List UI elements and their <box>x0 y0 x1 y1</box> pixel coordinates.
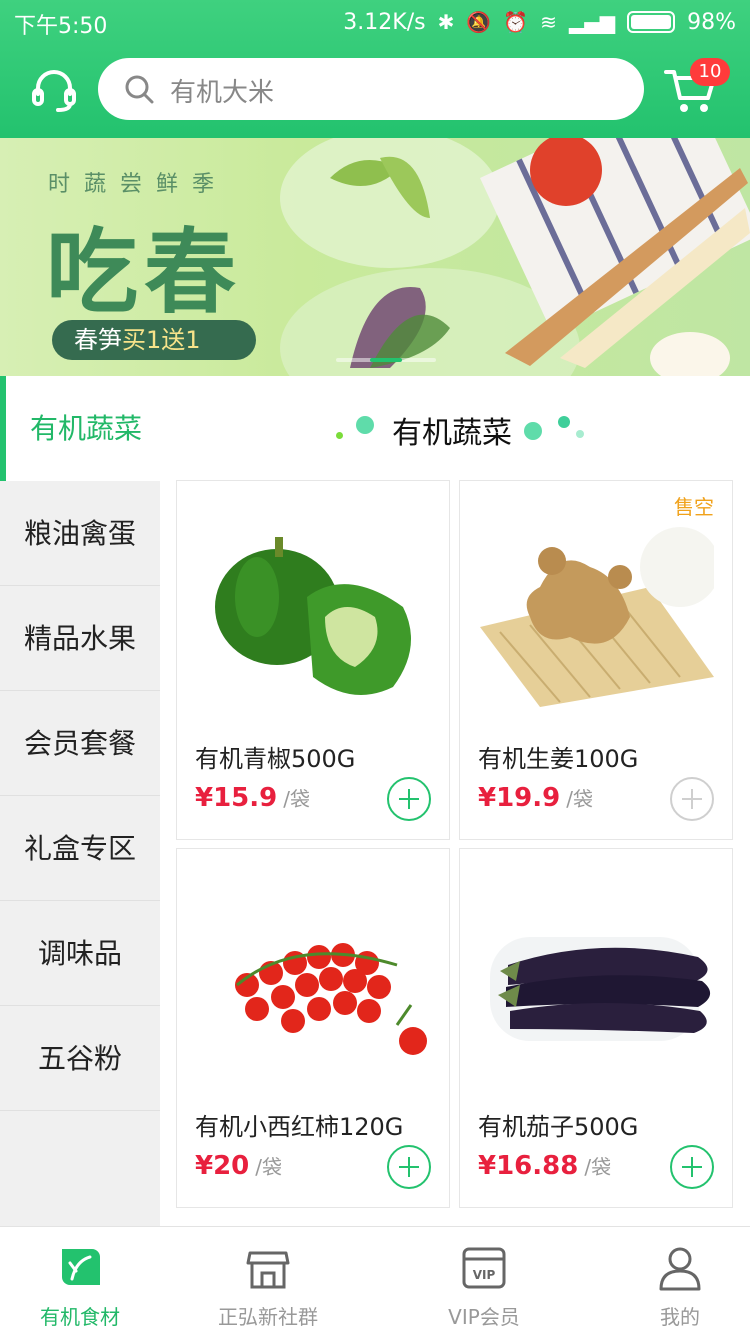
alarm-icon: ⏰ <box>503 10 529 34</box>
decor-dot <box>576 430 584 438</box>
promo-banner[interactable]: 时蔬尝鲜季 吃春 春笋买1送1 <box>0 138 750 376</box>
category-sidebar: 有机蔬菜 粮油禽蛋 精品水果 会员套餐 礼盒专区 调味品 五谷粉 <box>0 376 160 1226</box>
price-value: ¥16.88 <box>478 1151 579 1181</box>
price-value: ¥20 <box>195 1151 250 1181</box>
price-unit: /袋 <box>566 787 593 811</box>
product-price: ¥19.9/袋 <box>478 783 593 813</box>
decor-dot <box>336 432 343 439</box>
category-item-grain-powder[interactable]: 五谷粉 <box>0 1006 160 1111</box>
search-bar[interactable]: 有机大米 <box>98 58 644 120</box>
tab-label: VIP会员 <box>448 1305 520 1329</box>
top-bar: 下午5:50 3.12K/s ✱ 🔕 ⏰ ≋ ▂▄▆ 98% 有机大米 10 <box>0 0 750 138</box>
battery-percent: 98% <box>687 9 736 35</box>
cart-badge: 10 <box>690 58 730 86</box>
banner-headline: 吃春 <box>46 218 243 326</box>
tab-community[interactable]: 正弘新社群 <box>188 1227 348 1334</box>
status-time: 下午5:50 <box>14 14 108 39</box>
category-item-grain-oil-eggs[interactable]: 粮油禽蛋 <box>0 481 160 586</box>
add-to-cart-button[interactable] <box>670 1145 714 1189</box>
bottom-tab-bar: 有机食材 正弘新社群 VIP VIP会员 我的 <box>0 1226 750 1334</box>
add-to-cart-button[interactable] <box>387 1145 431 1189</box>
product-price: ¥15.9/袋 <box>195 783 310 813</box>
product-name: 有机生姜100G <box>478 745 639 773</box>
banner-pager <box>336 358 436 362</box>
promo-highlight: 买1送1 <box>122 326 201 354</box>
bluetooth-icon: ✱ <box>437 10 455 34</box>
battery-icon <box>627 11 676 33</box>
wifi-icon: ≋ <box>540 10 557 34</box>
search-icon <box>125 75 154 104</box>
banner-promo-pill: 春笋买1送1 <box>52 320 256 360</box>
status-bar: 下午5:50 3.12K/s ✱ 🔕 ⏰ ≋ ▂▄▆ 98% <box>0 0 750 44</box>
status-right: 3.12K/s ✱ 🔕 ⏰ ≋ ▂▄▆ 98% <box>343 8 736 36</box>
green-pepper-image <box>215 537 411 695</box>
tab-label: 正弘新社群 <box>218 1305 318 1329</box>
vip-card-icon: VIP <box>462 1247 506 1289</box>
banner-subtitle: 时蔬尝鲜季 <box>48 172 229 197</box>
product-card[interactable]: 有机小西红柿120G ¥20/袋 <box>176 848 450 1208</box>
product-name: 有机茄子500G <box>478 1113 639 1141</box>
add-to-cart-button[interactable] <box>670 777 714 821</box>
headset-icon[interactable] <box>30 66 78 114</box>
ginger-image <box>480 527 714 707</box>
cherry-tomato-image <box>235 943 427 1055</box>
promo-prefix: 春笋 <box>74 326 122 354</box>
price-unit: /袋 <box>255 1155 283 1179</box>
signal-icon: ▂▄▆ <box>568 10 616 34</box>
section-title: 有机蔬菜 <box>392 416 512 451</box>
tab-organic-food[interactable]: 有机食材 <box>0 1227 160 1334</box>
search-placeholder: 有机大米 <box>170 78 275 108</box>
decor-dot <box>356 416 374 434</box>
price-value: ¥19.9 <box>478 783 561 813</box>
product-price: ¥16.88/袋 <box>478 1151 611 1181</box>
decor-dot <box>524 422 542 440</box>
banner-pager-active <box>370 358 402 362</box>
user-icon <box>659 1247 701 1291</box>
product-card[interactable]: 有机茄子500G ¥16.88/袋 <box>459 848 733 1208</box>
product-name: 有机小西红柿120G <box>195 1113 404 1141</box>
decor-dot <box>558 416 570 428</box>
eggplant-image <box>490 937 711 1041</box>
store-icon <box>246 1251 290 1289</box>
leaf-icon <box>62 1249 100 1285</box>
svg-text:VIP: VIP <box>473 1268 496 1282</box>
category-item-fruits[interactable]: 精品水果 <box>0 586 160 691</box>
price-value: ¥15.9 <box>195 783 278 813</box>
net-speed: 3.12K/s <box>343 9 426 35</box>
category-item-seasonings[interactable]: 调味品 <box>0 901 160 1006</box>
category-item-organic-vegetables[interactable]: 有机蔬菜 <box>0 376 160 481</box>
section-header: 有机蔬菜 <box>160 376 750 480</box>
product-price: ¥20/袋 <box>195 1151 282 1181</box>
product-name: 有机青椒500G <box>195 745 356 773</box>
price-unit: /袋 <box>283 787 310 811</box>
tab-vip[interactable]: VIP VIP会员 <box>404 1227 564 1334</box>
mute-icon: 🔕 <box>466 10 492 34</box>
add-to-cart-button[interactable] <box>387 777 431 821</box>
price-unit: /袋 <box>584 1155 612 1179</box>
product-card[interactable]: 有机青椒500G ¥15.9/袋 <box>176 480 450 840</box>
category-item-gift-boxes[interactable]: 礼盒专区 <box>0 796 160 901</box>
product-grid: 有机青椒500G ¥15.9/袋 售空 有机生姜100G ¥19.9/袋 有机小… <box>160 480 750 1226</box>
product-card[interactable]: 售空 有机生姜100G ¥19.9/袋 <box>459 480 733 840</box>
category-item-member-packages[interactable]: 会员套餐 <box>0 691 160 796</box>
header: 有机大米 10 <box>0 44 750 138</box>
tab-label: 有机食材 <box>40 1305 120 1329</box>
tab-label: 我的 <box>660 1305 700 1329</box>
tab-profile[interactable]: 我的 <box>600 1227 750 1334</box>
